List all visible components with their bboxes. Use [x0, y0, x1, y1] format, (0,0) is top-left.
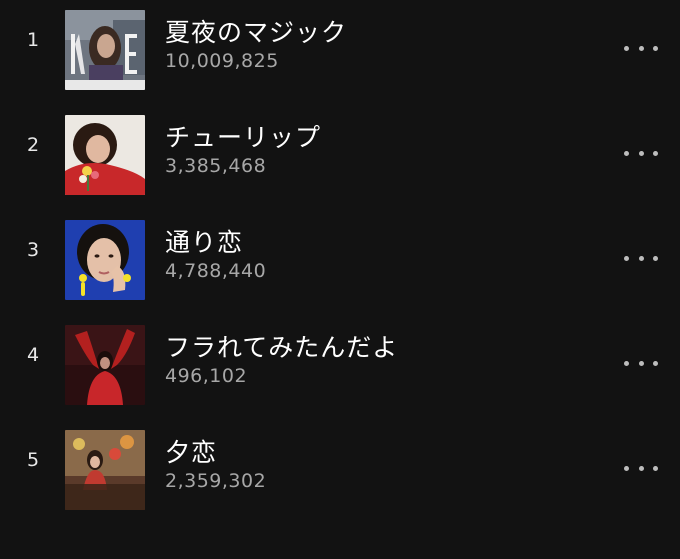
track-row[interactable]: 4 フラれてみたんだよ 496,102 — [0, 315, 680, 420]
dot — [624, 465, 629, 471]
dot — [624, 45, 629, 51]
album-cover[interactable] — [65, 430, 145, 510]
more-options-icon[interactable] — [624, 40, 658, 56]
track-row[interactable]: 5 夕恋 2,359,302 — [0, 420, 680, 525]
album-cover[interactable] — [65, 220, 145, 300]
album-cover-image — [65, 10, 145, 90]
album-cover-image — [65, 430, 145, 510]
track-rank: 5 — [26, 449, 40, 471]
dot — [653, 255, 658, 261]
dot — [638, 465, 644, 471]
track-title[interactable]: 夏夜のマジック — [165, 13, 347, 49]
album-cover-image — [65, 115, 145, 195]
dot — [638, 360, 644, 366]
track-rank: 1 — [26, 29, 40, 51]
track-row[interactable]: 2 チューリップ 3,385,468 — [0, 105, 680, 210]
more-options-icon[interactable] — [624, 250, 658, 266]
dot — [638, 45, 644, 51]
play-count: 4,788,440 — [165, 260, 267, 282]
track-title[interactable]: 通り恋 — [165, 223, 243, 259]
album-cover-image — [65, 325, 145, 405]
dot — [638, 255, 644, 261]
more-options-icon[interactable] — [624, 460, 658, 476]
play-count: 2,359,302 — [165, 470, 267, 492]
album-cover[interactable] — [65, 325, 145, 405]
track-rank: 3 — [26, 239, 40, 261]
more-options-icon[interactable] — [624, 355, 658, 371]
track-row[interactable]: 3 通り恋 4,788,440 — [0, 210, 680, 315]
track-title[interactable]: 夕恋 — [165, 433, 217, 469]
play-count: 496,102 — [165, 365, 248, 387]
track-rank: 4 — [26, 344, 40, 366]
track-row[interactable]: 1 夏夜のマジック 10,009,825 — [0, 0, 680, 105]
album-cover[interactable] — [65, 115, 145, 195]
dot — [624, 255, 629, 261]
album-cover[interactable] — [65, 10, 145, 90]
dot — [638, 150, 644, 156]
dot — [653, 360, 658, 366]
dot — [653, 465, 658, 471]
track-title[interactable]: フラれてみたんだよ — [165, 328, 398, 364]
dot — [624, 360, 629, 366]
play-count: 10,009,825 — [165, 50, 279, 72]
track-list: 1 夏夜のマジック 10,009,825 2 チューリップ 3,385,468 … — [0, 0, 680, 559]
dot — [653, 150, 658, 156]
more-options-icon[interactable] — [624, 145, 658, 161]
track-rank: 2 — [26, 134, 40, 156]
dot — [653, 45, 658, 51]
play-count: 3,385,468 — [165, 155, 267, 177]
album-cover-image — [65, 220, 145, 300]
dot — [624, 150, 629, 156]
track-title[interactable]: チューリップ — [165, 118, 321, 154]
